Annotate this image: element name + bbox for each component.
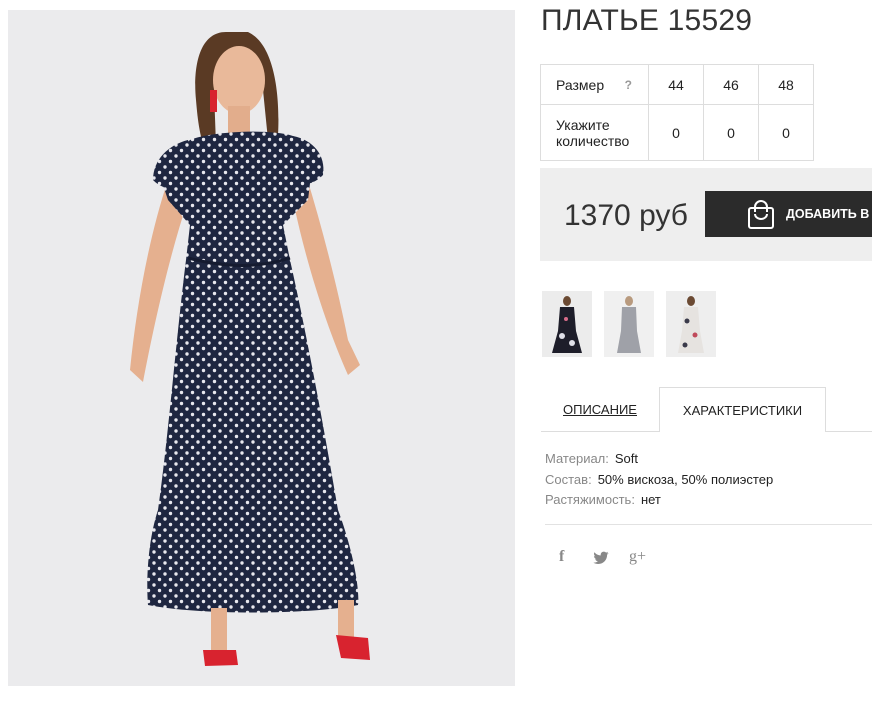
google-plus-icon[interactable]: g+ — [629, 548, 646, 566]
add-to-cart-label: ДОБАВИТЬ В З — [786, 207, 872, 221]
price: 1370 руб — [564, 199, 688, 232]
size-option-46: 46 — [703, 64, 759, 105]
add-to-cart-button[interactable]: ДОБАВИТЬ В З — [705, 191, 872, 237]
dress-thumbnail-image — [666, 291, 716, 357]
product-tabs: ОПИСАНИЕ ХАРАКТЕРИСТИКИ — [541, 387, 872, 432]
spec-composition: Состав: 50% вискоза, 50% полиэстер — [545, 471, 774, 487]
spec-stretch: Растяжимость: нет — [545, 492, 661, 507]
twitter-icon[interactable] — [593, 551, 609, 570]
specifications-list: Материал: Soft Состав: 50% вискоза, 50% по… — [545, 449, 773, 511]
thumbnail-dark-floral[interactable] — [542, 291, 592, 357]
price-panel: 1370 руб ДОБАВИТЬ В З — [540, 168, 872, 261]
size-option-48: 48 — [758, 64, 814, 105]
shopping-bag-icon — [748, 200, 774, 229]
model-in-dress-illustration — [8, 10, 515, 686]
size-option-44: 44 — [648, 64, 704, 105]
dress-thumbnail-image — [604, 291, 654, 357]
quantity-input-44[interactable]: 0 — [648, 104, 704, 161]
dress-thumbnail-image — [542, 291, 592, 357]
spec-material: Материал: Soft — [545, 451, 639, 466]
size-help-icon[interactable]: ? — [625, 78, 632, 92]
facebook-icon[interactable]: f — [559, 548, 564, 566]
quantity-input-48[interactable]: 0 — [758, 104, 814, 161]
tab-description[interactable]: ОПИСАНИЕ — [541, 387, 659, 431]
thumbnail-light-floral[interactable] — [666, 291, 716, 357]
quantity-label: Укажите количество — [540, 104, 649, 161]
product-main-image[interactable] — [8, 10, 515, 686]
size-quantity-table: Размер ? 44 46 48 Укажите количество 0 0… — [540, 64, 814, 161]
quantity-input-46[interactable]: 0 — [703, 104, 759, 161]
tab-characteristics[interactable]: ХАРАКТЕРИСТИКИ — [659, 387, 826, 432]
twitter-bird-icon — [593, 551, 609, 564]
product-title: ПЛАТЬЕ 15529 — [541, 4, 753, 37]
thumbnail-grey[interactable] — [604, 291, 654, 357]
social-divider — [545, 524, 872, 525]
size-label: Размер — [556, 76, 605, 93]
